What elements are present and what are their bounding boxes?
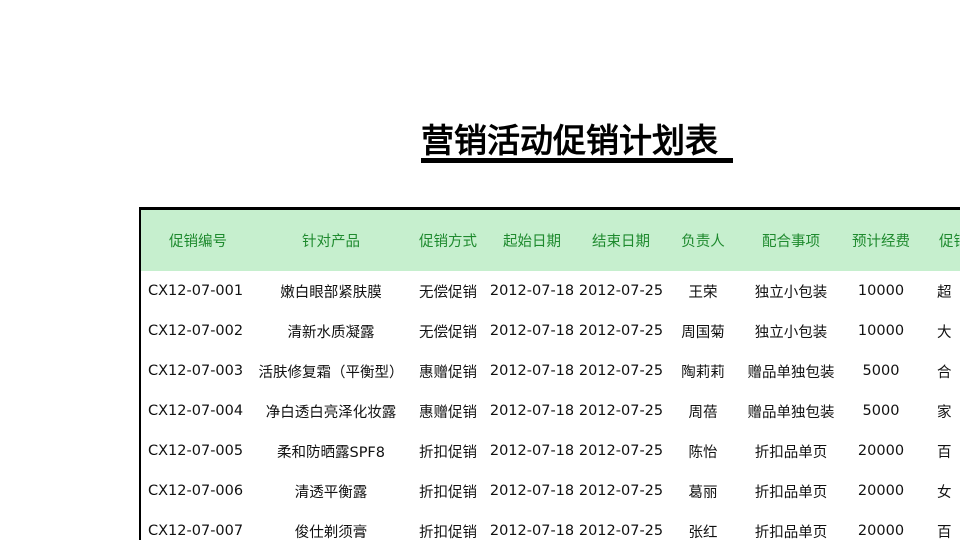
table-row: CX12-07-007 俊仕剃须膏 折扣促销 2012-07-18 2012-07-25… (141, 511, 960, 540)
cell-owner[interactable]: 陈怡 (667, 431, 739, 471)
cell-support-items[interactable]: 折扣品单页 (739, 511, 843, 540)
cell-product[interactable]: 嫩白眼部紧肤膜 (255, 271, 407, 311)
header-end-date[interactable]: 结束日期 (575, 210, 667, 271)
cell-start-date[interactable]: 2012-07-18 (489, 391, 575, 431)
cell-support-items[interactable]: 赠品单独包装 (739, 351, 843, 391)
cell-start-date[interactable]: 2012-07-18 (489, 271, 575, 311)
cell-budget[interactable]: 10000 (843, 271, 919, 311)
cell-product[interactable]: 柔和防晒露SPF8 (255, 431, 407, 471)
cell-start-date[interactable]: 2012-07-18 (489, 311, 575, 351)
cell-promo-id[interactable]: CX12-07-007 (141, 511, 255, 540)
title-underline (421, 158, 733, 163)
cell-promo-id[interactable]: CX12-07-003 (141, 351, 255, 391)
cell-end-date[interactable]: 2012-07-25 (575, 391, 667, 431)
cell-support-items[interactable]: 独立小包装 (739, 271, 843, 311)
cell-promo-location[interactable]: 女 (919, 471, 960, 511)
cell-promo-method[interactable]: 无偿促销 (407, 271, 489, 311)
cell-promo-id[interactable]: CX12-07-004 (141, 391, 255, 431)
cell-budget[interactable]: 20000 (843, 471, 919, 511)
cell-promo-id[interactable]: CX12-07-001 (141, 271, 255, 311)
cell-promo-method[interactable]: 惠赠促销 (407, 351, 489, 391)
table-row: CX12-07-001 嫩白眼部紧肤膜 无偿促销 2012-07-18 2012-07-… (141, 271, 960, 311)
cell-end-date[interactable]: 2012-07-25 (575, 351, 667, 391)
page-title: 营销活动促销计划表 (421, 121, 718, 160)
cell-start-date[interactable]: 2012-07-18 (489, 351, 575, 391)
header-budget[interactable]: 预计经费 (843, 210, 919, 271)
cell-owner[interactable]: 葛丽 (667, 471, 739, 511)
cell-promo-method[interactable]: 折扣促销 (407, 511, 489, 540)
table-row: CX12-07-003 活肤修复霜（平衡型） 惠赠促销 2012-07-18 2012-… (141, 351, 960, 391)
header-owner[interactable]: 负责人 (667, 210, 739, 271)
cell-promo-location[interactable]: 大 (919, 311, 960, 351)
table-row: CX12-07-002 清新水质凝露 无偿促销 2012-07-18 2012-07-2… (141, 311, 960, 351)
cell-budget[interactable]: 5000 (843, 351, 919, 391)
cell-budget[interactable]: 5000 (843, 391, 919, 431)
cell-promo-location[interactable]: 百 (919, 431, 960, 471)
table-row: CX12-07-005 柔和防晒露SPF8 折扣促销 2012-07-18 2012-0… (141, 431, 960, 471)
cell-support-items[interactable]: 独立小包装 (739, 311, 843, 351)
cell-support-items[interactable]: 赠品单独包装 (739, 391, 843, 431)
header-product[interactable]: 针对产品 (255, 210, 407, 271)
cell-product[interactable]: 俊仕剃须膏 (255, 511, 407, 540)
cell-support-items[interactable]: 折扣品单页 (739, 471, 843, 511)
cell-owner[interactable]: 张红 (667, 511, 739, 540)
cell-promo-method[interactable]: 折扣促销 (407, 471, 489, 511)
cell-end-date[interactable]: 2012-07-25 (575, 511, 667, 540)
cell-product[interactable]: 净白透白亮泽化妆露 (255, 391, 407, 431)
header-promo-method[interactable]: 促销方式 (407, 210, 489, 271)
cell-owner[interactable]: 王荣 (667, 271, 739, 311)
cell-end-date[interactable]: 2012-07-25 (575, 271, 667, 311)
cell-support-items[interactable]: 折扣品单页 (739, 431, 843, 471)
cell-promo-location[interactable]: 百 (919, 511, 960, 540)
header-promo-id[interactable]: 促销编号 (141, 210, 255, 271)
cell-promo-id[interactable]: CX12-07-005 (141, 431, 255, 471)
header-promo-location[interactable]: 促销 (919, 210, 960, 271)
header-start-date[interactable]: 起始日期 (489, 210, 575, 271)
cell-start-date[interactable]: 2012-07-18 (489, 511, 575, 540)
table-header-row: 促销编号 针对产品 促销方式 起始日期 结束日期 负责人 配合事项 预计经费 促… (141, 210, 960, 271)
cell-owner[interactable]: 周国菊 (667, 311, 739, 351)
cell-budget[interactable]: 20000 (843, 431, 919, 471)
cell-budget[interactable]: 20000 (843, 511, 919, 540)
cell-product[interactable]: 活肤修复霜（平衡型） (255, 351, 407, 391)
cell-promo-location[interactable]: 超 (919, 271, 960, 311)
header-support-items[interactable]: 配合事项 (739, 210, 843, 271)
cell-end-date[interactable]: 2012-07-25 (575, 311, 667, 351)
table-row: CX12-07-006 清透平衡露 折扣促销 2012-07-18 2012-07-25… (141, 471, 960, 511)
cell-product[interactable]: 清透平衡露 (255, 471, 407, 511)
cell-promo-location[interactable]: 家 (919, 391, 960, 431)
cell-promo-id[interactable]: CX12-07-002 (141, 311, 255, 351)
cell-start-date[interactable]: 2012-07-18 (489, 431, 575, 471)
cell-promo-method[interactable]: 无偿促销 (407, 311, 489, 351)
table-row: CX12-07-004 净白透白亮泽化妆露 惠赠促销 2012-07-18 2012-0… (141, 391, 960, 431)
cell-owner[interactable]: 周蓓 (667, 391, 739, 431)
cell-end-date[interactable]: 2012-07-25 (575, 471, 667, 511)
cell-owner[interactable]: 陶莉莉 (667, 351, 739, 391)
promotion-table: 促销编号 针对产品 促销方式 起始日期 结束日期 负责人 配合事项 预计经费 促… (139, 207, 960, 540)
cell-product[interactable]: 清新水质凝露 (255, 311, 407, 351)
cell-end-date[interactable]: 2012-07-25 (575, 431, 667, 471)
cell-promo-method[interactable]: 折扣促销 (407, 431, 489, 471)
cell-promo-location[interactable]: 合 (919, 351, 960, 391)
cell-start-date[interactable]: 2012-07-18 (489, 471, 575, 511)
cell-promo-id[interactable]: CX12-07-006 (141, 471, 255, 511)
cell-budget[interactable]: 10000 (843, 311, 919, 351)
cell-promo-method[interactable]: 惠赠促销 (407, 391, 489, 431)
